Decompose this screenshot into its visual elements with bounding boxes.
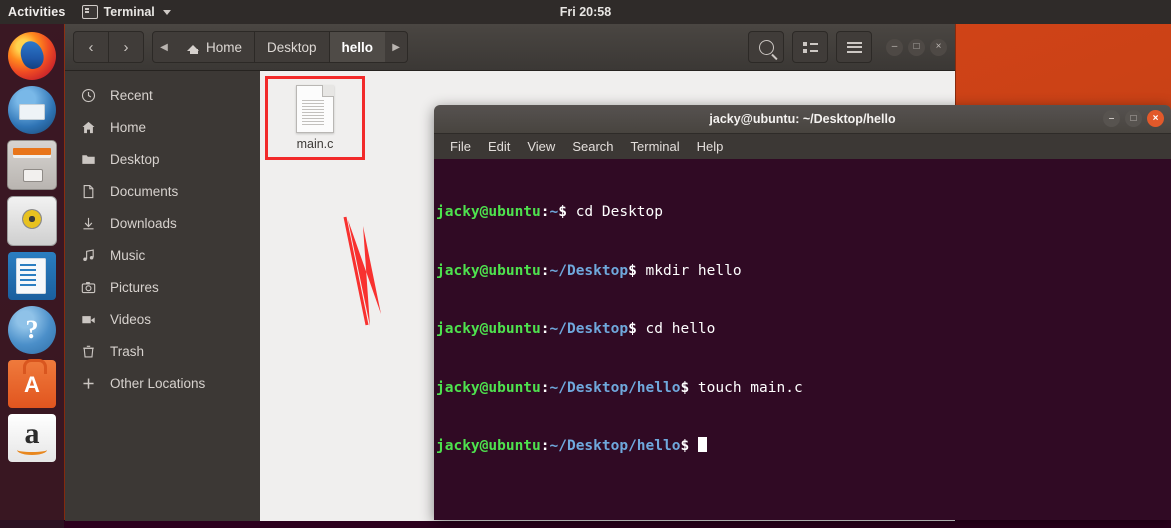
file-manager-sidebar: Recent Home Desktop Documents Downloads …	[65, 71, 260, 521]
sidebar-item-pictures[interactable]: Pictures	[65, 271, 260, 303]
sidebar-item-label: Downloads	[110, 215, 177, 231]
activities-button[interactable]: Activities	[0, 5, 76, 19]
file-manager-header-bar: ‹ › ◀ Home Desktop hello ▶ – □ ×	[65, 24, 955, 71]
sidebar-item-recent[interactable]: Recent	[65, 79, 260, 111]
close-button[interactable]: ×	[930, 38, 947, 56]
sidebar-item-other-locations[interactable]: Other Locations	[65, 367, 260, 399]
camera-icon	[79, 280, 97, 295]
terminal-line: jacky@ubuntu:~/Desktop$ cd hello	[436, 321, 716, 337]
terminal-line: jacky@ubuntu:~$ cd Desktop	[436, 204, 663, 220]
menu-item-file[interactable]: File	[450, 139, 471, 154]
active-app-menu[interactable]: Terminal	[76, 5, 177, 19]
search-button[interactable]	[748, 31, 784, 63]
sidebar-item-label: Recent	[110, 87, 153, 103]
menu-item-search[interactable]: Search	[572, 139, 613, 154]
terminal-line-active: jacky@ubuntu:~/Desktop/hello$	[436, 437, 1163, 457]
terminal-title-label: jacky@ubuntu: ~/Desktop/hello	[709, 112, 896, 126]
breadcrumb: ◀ Home Desktop hello ▶	[152, 31, 409, 63]
document-lines-icon	[20, 264, 36, 266]
menu-item-view[interactable]: View	[527, 139, 555, 154]
breadcrumb-scroll-left-icon[interactable]: ◀	[153, 32, 175, 62]
sidebar-item-home[interactable]: Home	[65, 111, 260, 143]
dock-item-libreoffice-writer[interactable]	[8, 252, 56, 300]
download-icon	[79, 216, 97, 231]
dock-item-amazon[interactable]: a	[8, 414, 56, 462]
forward-button[interactable]: ›	[108, 32, 143, 62]
sidebar-item-documents[interactable]: Documents	[65, 175, 260, 207]
sidebar-item-label: Videos	[110, 311, 152, 327]
menu-item-terminal[interactable]: Terminal	[631, 139, 680, 154]
sidebar-item-downloads[interactable]: Downloads	[65, 207, 260, 239]
terminal-cursor	[697, 437, 707, 452]
breadcrumb-label: Home	[206, 39, 243, 55]
breadcrumb-item-desktop[interactable]: Desktop	[254, 32, 329, 62]
sidebar-item-desktop[interactable]: Desktop	[65, 143, 260, 175]
home-icon	[79, 120, 97, 135]
sidebar-item-label: Pictures	[110, 279, 159, 295]
document-icon	[79, 184, 97, 199]
dock-item-thunderbird[interactable]	[8, 86, 56, 134]
music-note-icon	[79, 248, 97, 263]
active-app-label: Terminal	[103, 5, 155, 19]
terminal-close-button[interactable]: ×	[1147, 110, 1164, 127]
sidebar-item-label: Home	[110, 119, 147, 135]
breadcrumb-item-hello[interactable]: hello	[328, 32, 386, 62]
selection-highlight-box	[265, 76, 365, 160]
maximize-button[interactable]: □	[908, 38, 925, 56]
sidebar-item-label: Documents	[110, 183, 179, 199]
search-icon	[758, 39, 774, 55]
dock-item-rhythmbox[interactable]	[7, 196, 57, 246]
folder-icon	[79, 152, 97, 167]
sidebar-item-label: Music	[110, 247, 146, 263]
video-icon	[79, 312, 97, 327]
terminal-output-area[interactable]: jacky@ubuntu:~$ cd Desktop jacky@ubuntu:…	[434, 159, 1171, 520]
breadcrumb-scroll-right-icon[interactable]: ▶	[385, 32, 407, 62]
view-options-button[interactable]	[792, 31, 828, 63]
hamburger-menu-icon	[846, 41, 862, 53]
terminal-icon	[81, 5, 98, 19]
sidebar-item-music[interactable]: Music	[65, 239, 260, 271]
terminal-window: jacky@ubuntu: ~/Desktop/hello – □ × File…	[434, 105, 1171, 520]
trash-icon	[79, 344, 97, 359]
back-button[interactable]: ‹	[74, 32, 108, 62]
dock-item-files[interactable]	[7, 140, 57, 190]
breadcrumb-item-home[interactable]: Home	[175, 32, 254, 62]
dock-item-ubuntu-software[interactable]	[8, 359, 56, 408]
sidebar-item-label: Trash	[110, 343, 145, 359]
navigation-buttons: ‹ ›	[73, 31, 144, 63]
terminal-line: jacky@ubuntu:~/Desktop/hello$ touch main…	[436, 379, 803, 396]
window-controls: – □ ×	[886, 38, 947, 56]
terminal-title-bar: jacky@ubuntu: ~/Desktop/hello – □ ×	[434, 105, 1171, 134]
sidebar-item-label: Desktop	[110, 151, 160, 167]
clock-icon	[79, 88, 97, 103]
terminal-window-controls: – □ ×	[1103, 110, 1164, 127]
terminal-maximize-button[interactable]: □	[1125, 110, 1142, 127]
sidebar-item-label: Other Locations	[110, 375, 206, 391]
breadcrumb-label: Desktop	[267, 39, 317, 55]
sidebar-item-trash[interactable]: Trash	[65, 335, 260, 367]
chevron-down-icon	[162, 9, 171, 15]
menu-item-help[interactable]: Help	[697, 139, 724, 154]
plus-icon	[79, 376, 97, 391]
main-menu-button[interactable]	[836, 31, 872, 63]
gnome-top-bar: Activities Terminal Fri 20:58	[0, 0, 1171, 24]
minimize-button[interactable]: –	[886, 38, 903, 56]
ubuntu-dock: ? a	[0, 24, 64, 528]
dock-item-help[interactable]: ?	[8, 306, 56, 354]
file-item-main-c[interactable]: main.c	[265, 76, 365, 160]
home-icon	[187, 42, 200, 54]
terminal-minimize-button[interactable]: –	[1103, 110, 1120, 127]
breadcrumb-label: hello	[341, 39, 374, 55]
sidebar-item-videos[interactable]: Videos	[65, 303, 260, 335]
list-view-icon	[802, 41, 818, 53]
menu-item-edit[interactable]: Edit	[488, 139, 510, 154]
terminal-line: jacky@ubuntu:~/Desktop$ mkdir hello	[436, 262, 742, 279]
dock-item-firefox[interactable]	[8, 32, 56, 80]
terminal-menu-bar: File Edit View Search Terminal Help	[434, 134, 1171, 159]
